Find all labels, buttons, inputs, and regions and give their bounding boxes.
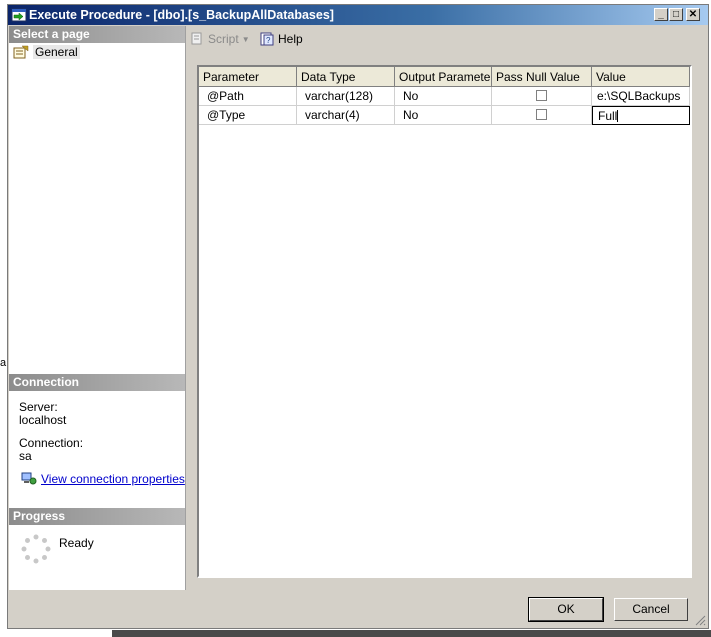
text-caret — [617, 110, 619, 122]
help-label: Help — [278, 32, 303, 46]
cell-output-parameter[interactable]: No — [395, 106, 492, 125]
connection-label: Connection: — [19, 436, 84, 450]
connection-value: sa — [19, 449, 32, 463]
view-connection-properties-link[interactable]: View connection properties — [41, 472, 185, 486]
script-icon — [191, 32, 202, 45]
close-button[interactable]: ✕ — [686, 8, 700, 21]
svg-text:?: ? — [266, 36, 271, 45]
pass-null-checkbox[interactable] — [536, 109, 547, 120]
connection-header: Connection — [9, 374, 185, 391]
resize-grip-icon[interactable] — [694, 614, 706, 626]
parameters-grid: Parameter Data Type Output Parameter Pas… — [197, 65, 692, 578]
execute-procedure-icon — [11, 8, 27, 22]
server-value: localhost — [19, 413, 67, 427]
connection-properties-icon — [21, 472, 37, 485]
cell-data-type[interactable]: varchar(128) — [297, 87, 395, 106]
script-label: Script — [208, 32, 239, 46]
help-icon: ? — [260, 32, 274, 46]
title-bar[interactable]: Execute Procedure - [dbo].[s_BackupAllDa… — [8, 5, 708, 25]
progress-status: Ready — [59, 536, 94, 550]
value-edit-field[interactable]: Full — [592, 106, 690, 125]
cell-pass-null — [492, 106, 592, 125]
cell-parameter[interactable]: @Type — [199, 106, 297, 125]
execute-procedure-dialog: Execute Procedure - [dbo].[s_BackupAllDa… — [7, 4, 709, 629]
help-button[interactable]: ? Help — [259, 31, 303, 47]
select-page-header: Select a page — [9, 26, 185, 43]
minimize-button[interactable]: _ — [654, 8, 668, 21]
column-header-parameter[interactable]: Parameter — [199, 67, 297, 87]
progress-spinner-icon — [21, 534, 51, 564]
cell-output-parameter[interactable]: No — [395, 87, 492, 106]
cell-data-type[interactable]: varchar(4) — [297, 106, 395, 125]
background-text: a — [0, 357, 7, 369]
window-title: Execute Procedure - [dbo].[s_BackupAllDa… — [29, 8, 334, 22]
page-item-general[interactable]: General — [13, 44, 80, 60]
left-pane: Select a page General Connection Server:… — [9, 26, 186, 590]
column-header-data-type[interactable]: Data Type — [297, 67, 395, 87]
cell-parameter[interactable]: @Path — [199, 87, 297, 106]
page-item-label: General — [33, 45, 80, 59]
cancel-button[interactable]: Cancel — [614, 598, 688, 621]
desktop-edge-bottom — [0, 628, 711, 637]
maximize-button[interactable]: □ — [669, 8, 683, 21]
column-header-pass-null-value[interactable]: Pass Null Value — [492, 67, 592, 87]
server-label: Server: — [19, 400, 58, 414]
script-button[interactable]: Script ▼ — [189, 31, 250, 47]
column-header-value[interactable]: Value — [592, 67, 690, 87]
column-header-output-parameter[interactable]: Output Parameter — [395, 67, 492, 87]
toolbar: Script ▼ ? Help — [187, 27, 707, 51]
cell-value[interactable]: e:\SQLBackups — [592, 87, 690, 106]
pass-null-checkbox[interactable] — [536, 90, 547, 101]
value-edit-text: Full — [598, 109, 618, 123]
progress-header: Progress — [9, 508, 185, 525]
ok-button[interactable]: OK — [528, 597, 604, 622]
properties-page-icon — [13, 45, 29, 59]
cell-pass-null — [492, 87, 592, 106]
chevron-down-icon: ▼ — [241, 34, 250, 44]
